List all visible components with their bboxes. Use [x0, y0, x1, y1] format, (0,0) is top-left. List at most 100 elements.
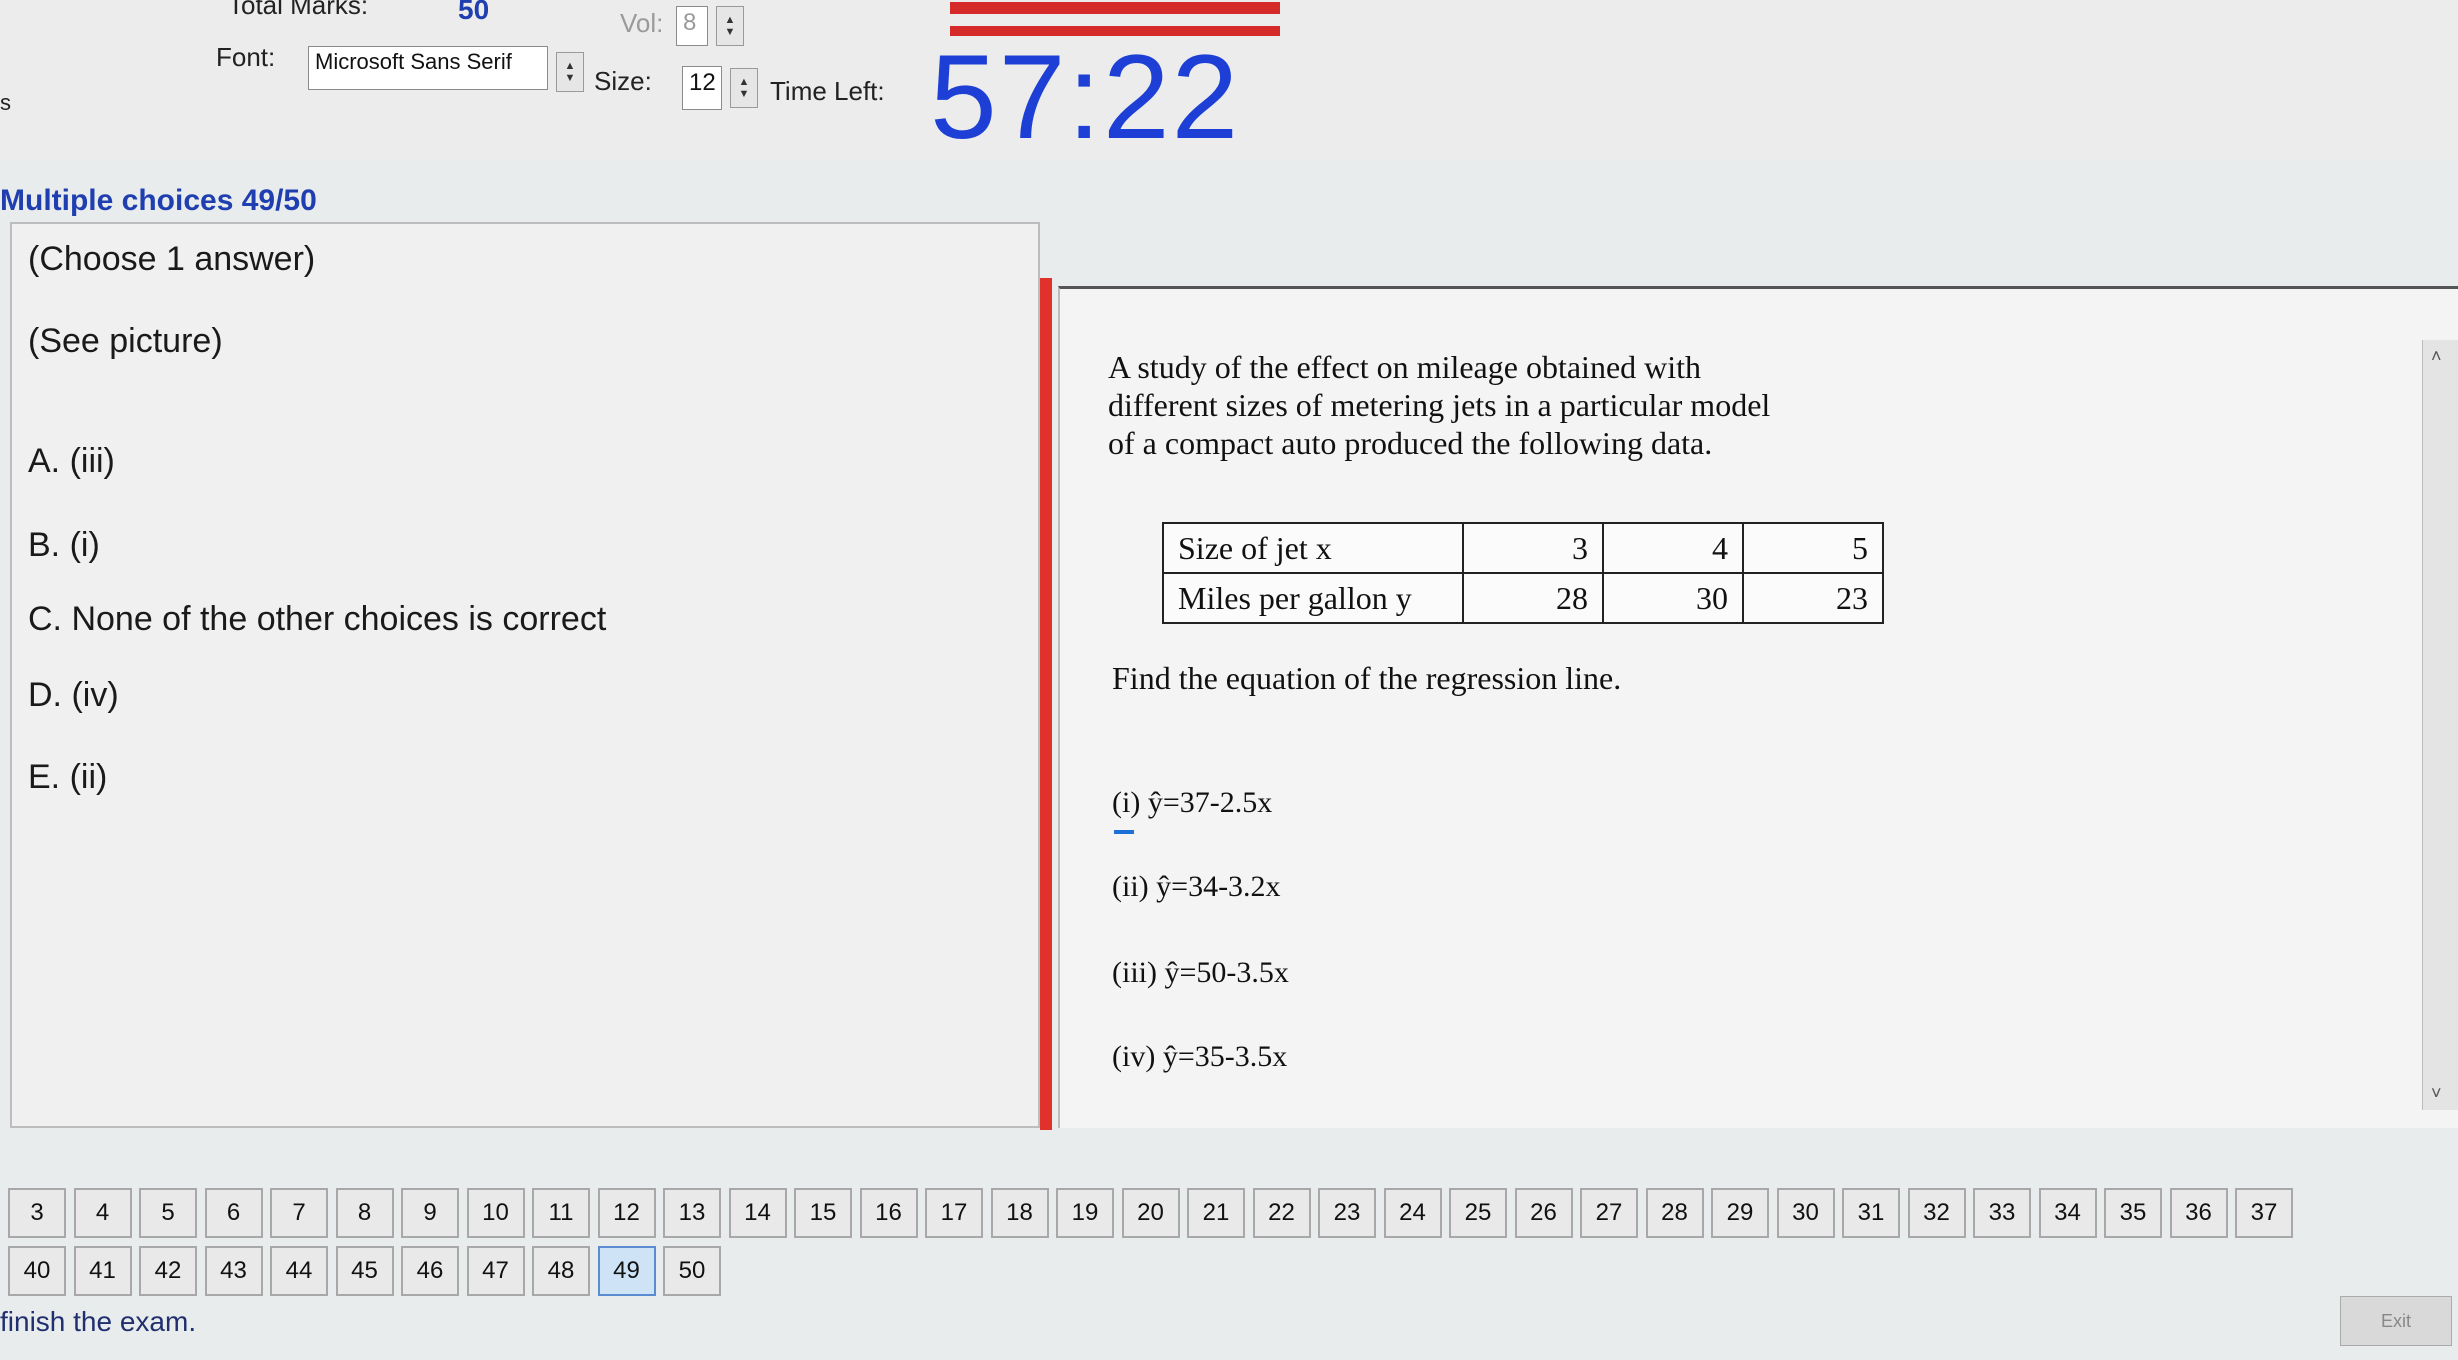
size-label: Size:: [594, 66, 652, 96]
question-nav-button[interactable]: 8: [335, 1188, 394, 1238]
choice-a[interactable]: A. (iii): [28, 442, 115, 481]
choice-text: (iv): [71, 676, 119, 714]
question-nav-button[interactable]: 50: [663, 1246, 721, 1296]
question-nav-button[interactable]: 9: [401, 1188, 459, 1238]
question-nav-button[interactable]: 12: [597, 1188, 656, 1238]
question-nav-button[interactable]: 29: [1711, 1188, 1769, 1238]
time-left-label: Time Left:: [770, 76, 885, 106]
vol-input[interactable]: 8: [676, 6, 708, 46]
question-nav-button[interactable]: 28: [1645, 1188, 1704, 1238]
question-nav-button[interactable]: 25: [1449, 1188, 1507, 1238]
table-cell: 3: [1462, 522, 1604, 574]
vol-spinner[interactable]: ▲ ▼: [716, 6, 744, 46]
chevron-up-icon[interactable]: ▲: [739, 76, 750, 88]
question-nav-button[interactable]: 42: [139, 1246, 197, 1296]
choice-letter: C.: [28, 600, 62, 638]
font-select[interactable]: Microsoft Sans Serif: [308, 46, 548, 90]
question-nav-button[interactable]: 30: [1776, 1188, 1835, 1238]
question-nav-button[interactable]: 15: [794, 1188, 852, 1238]
prompt-line: different sizes of metering jets in a pa…: [1108, 387, 1771, 423]
choice-letter: A.: [28, 442, 61, 480]
question-nav-button[interactable]: 34: [2038, 1188, 2097, 1238]
choice-e[interactable]: E. (ii): [28, 758, 107, 797]
choice-letter: B.: [28, 526, 61, 564]
table-cell: 5: [1742, 522, 1884, 574]
question-nav-button[interactable]: 45: [335, 1246, 394, 1296]
question-nav-button[interactable]: 48: [532, 1246, 590, 1296]
question-nav-button[interactable]: 37: [2235, 1188, 2293, 1238]
question-nav-button[interactable]: 46: [401, 1246, 459, 1296]
question-nav-button[interactable]: 24: [1383, 1188, 1442, 1238]
question-nav-button[interactable]: 40: [8, 1246, 66, 1296]
option-iv: (iv) ŷ=35-3.5x: [1112, 1040, 1288, 1073]
total-marks-value: 50: [458, 0, 490, 25]
option-i: (i) ŷ=37-2.5x: [1112, 786, 1273, 819]
chevron-up-icon[interactable]: ˄: [2431, 346, 2442, 367]
choice-text: (i): [69, 526, 100, 564]
question-nav-button[interactable]: 3: [8, 1188, 66, 1238]
option-ii: (ii) ŷ=34-3.2x: [1112, 870, 1281, 903]
size-input[interactable]: 12: [682, 66, 722, 110]
question-nav-button[interactable]: 19: [1056, 1188, 1114, 1238]
question-nav-button[interactable]: 6: [204, 1188, 263, 1238]
row-label: Miles per gallon y: [1162, 572, 1464, 624]
finish-exam-text: finish the exam.: [0, 1306, 197, 1337]
question-nav-button[interactable]: 27: [1580, 1188, 1638, 1238]
edge-glyph: s: [0, 90, 11, 115]
question-nav-button[interactable]: 20: [1121, 1188, 1180, 1238]
question-nav-button[interactable]: 36: [2169, 1188, 2228, 1238]
option-iii: (iii) ŷ=50-3.5x: [1112, 956, 1289, 989]
see-picture-text: (See picture): [28, 322, 223, 360]
choice-d[interactable]: D. (iv): [28, 676, 119, 715]
panel-divider: [1040, 278, 1052, 1130]
find-text: Find the equation of the regression line…: [1112, 660, 1622, 696]
question-nav-button[interactable]: 4: [73, 1188, 132, 1238]
total-marks-label: Total Marks:: [228, 0, 369, 20]
vertical-scrollbar[interactable]: ˄ ˅: [2422, 340, 2458, 1110]
question-nav-button[interactable]: 17: [925, 1188, 983, 1238]
table-row: Miles per gallon y 28 30 23: [1162, 572, 1884, 624]
question-nav-button[interactable]: 49: [597, 1246, 656, 1296]
question-nav-button[interactable]: 13: [663, 1188, 721, 1238]
section-title: Multiple choices 49/50: [0, 184, 317, 217]
question-nav-button[interactable]: 7: [270, 1188, 328, 1238]
choice-letter: D.: [28, 676, 62, 714]
question-nav-button[interactable]: 16: [859, 1188, 918, 1238]
chevron-down-icon[interactable]: ▼: [565, 72, 576, 84]
choice-c[interactable]: C. None of the other choices is correct: [28, 600, 606, 639]
choice-b[interactable]: B. (i): [28, 526, 100, 565]
question-nav-button[interactable]: 11: [532, 1188, 590, 1238]
text-cursor: [1114, 830, 1134, 834]
chevron-up-icon[interactable]: ▲: [565, 60, 576, 72]
question-nav-button[interactable]: 33: [1973, 1188, 2031, 1238]
chevron-down-icon[interactable]: ˅: [2431, 1083, 2442, 1104]
question-nav-button[interactable]: 23: [1318, 1188, 1376, 1238]
question-nav-button[interactable]: 22: [1252, 1188, 1311, 1238]
choice-letter: E.: [28, 758, 61, 796]
chevron-down-icon[interactable]: ▼: [739, 88, 750, 100]
size-spinner[interactable]: ▲ ▼: [730, 68, 758, 108]
question-nav-button[interactable]: 21: [1187, 1188, 1245, 1238]
question-nav-button[interactable]: 41: [73, 1246, 132, 1296]
progress-bar-top: [950, 2, 1280, 14]
question-nav-button[interactable]: 18: [990, 1188, 1049, 1238]
question-nav-button[interactable]: 43: [204, 1246, 263, 1296]
question-nav-button[interactable]: 26: [1514, 1188, 1573, 1238]
question-nav-button[interactable]: 35: [2104, 1188, 2162, 1238]
font-spinner[interactable]: ▲ ▼: [556, 52, 584, 92]
question-nav-button[interactable]: 44: [270, 1246, 328, 1296]
choice-text: (iii): [69, 442, 115, 480]
question-nav-button[interactable]: 5: [139, 1188, 197, 1238]
question-nav-button[interactable]: 14: [728, 1188, 787, 1238]
question-nav-button[interactable]: 32: [1907, 1188, 1966, 1238]
exit-button[interactable]: Exit: [2340, 1296, 2452, 1346]
question-nav-button[interactable]: 31: [1842, 1188, 1900, 1238]
prompt-line: of a compact auto produced the following…: [1108, 425, 1713, 461]
question-nav-button[interactable]: 10: [466, 1188, 525, 1238]
table-cell: 28: [1462, 572, 1604, 624]
table-cell: 4: [1602, 522, 1744, 574]
row-label: Size of jet x: [1162, 522, 1464, 574]
question-nav-button[interactable]: 47: [466, 1246, 525, 1296]
chevron-up-icon[interactable]: ▲: [725, 14, 736, 26]
chevron-down-icon[interactable]: ▼: [725, 26, 736, 38]
